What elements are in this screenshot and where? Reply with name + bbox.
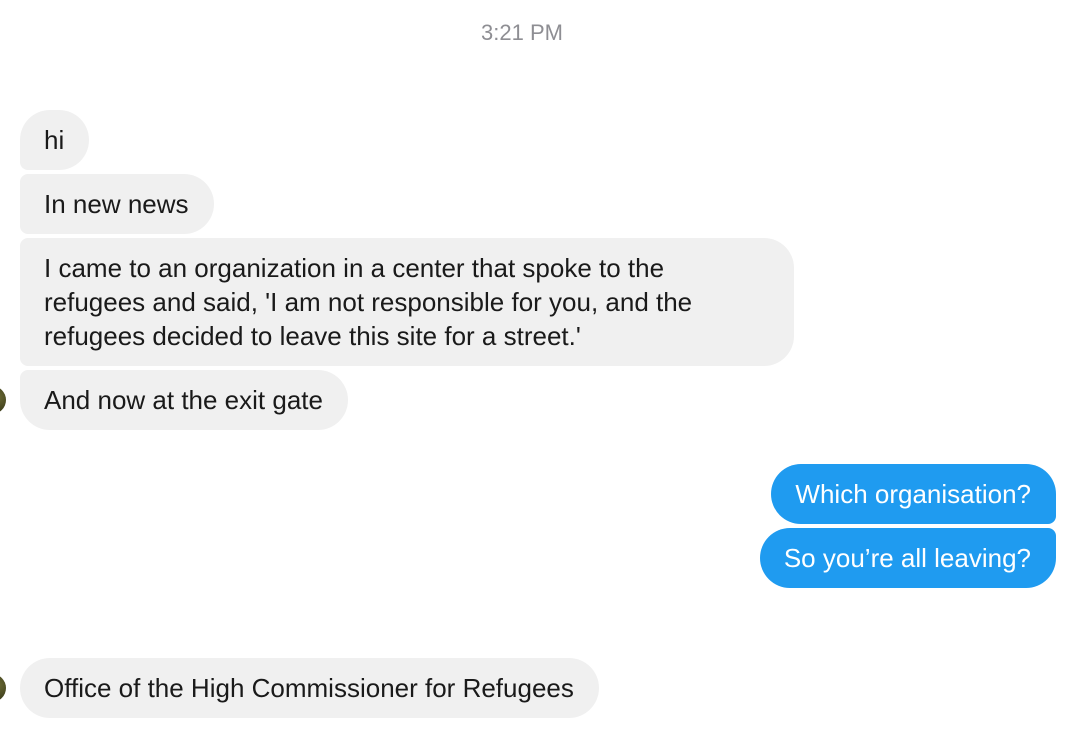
message-text: Which organisation? bbox=[795, 479, 1031, 509]
contact-avatar[interactable] bbox=[0, 674, 6, 702]
incoming-message[interactable]: hi bbox=[20, 110, 90, 170]
outgoing-message[interactable]: Which organisation? bbox=[771, 464, 1056, 524]
message-text-line: I came to an organization in a center th… bbox=[44, 253, 665, 283]
incoming-message[interactable]: In new news bbox=[20, 174, 214, 234]
message-text: In new news bbox=[44, 189, 189, 219]
outgoing-message[interactable]: So you’re all leaving? bbox=[759, 528, 1056, 588]
contact-avatar[interactable] bbox=[0, 386, 6, 414]
message-text: hi bbox=[44, 125, 65, 155]
message-text: And now at the exit gate bbox=[44, 385, 323, 415]
message-text: Office of the High Commissioner for Refu… bbox=[44, 673, 574, 703]
message-text-line: refugees and said, 'I am not responsible… bbox=[44, 287, 693, 317]
timestamp: 3:21 PM bbox=[481, 20, 563, 45]
incoming-message[interactable]: I came to an organization in a center th… bbox=[20, 238, 794, 366]
message-text: So you’re all leaving? bbox=[783, 543, 1031, 573]
incoming-message[interactable]: And now at the exit gate bbox=[20, 370, 348, 430]
message-text-line: refugees decided to leave this site for … bbox=[44, 321, 581, 351]
incoming-message[interactable]: Office of the High Commissioner for Refu… bbox=[20, 658, 599, 718]
